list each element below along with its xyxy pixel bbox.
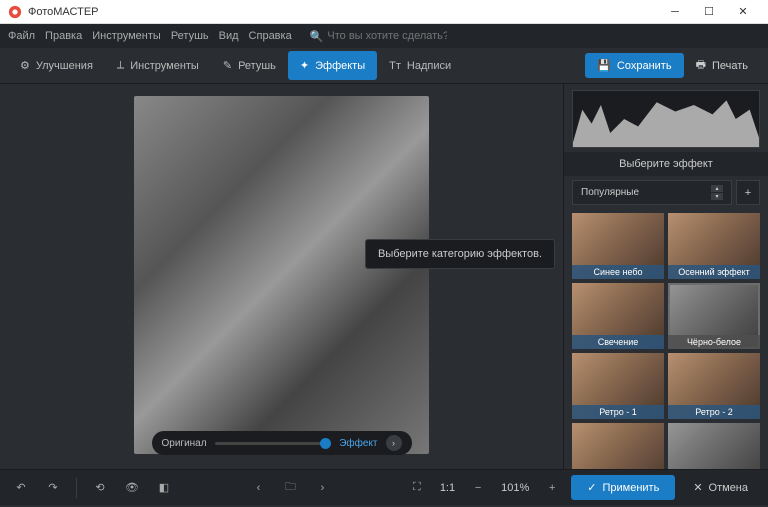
slider-effect-label: Эффект [339, 438, 377, 449]
tab-enhance[interactable]: ⚙ Улучшения [8, 51, 105, 80]
check-icon: ✓ [587, 481, 596, 494]
effect-item-7[interactable] [668, 423, 760, 469]
menu-view[interactable]: Вид [219, 30, 239, 42]
effect-label: Синее небо [572, 265, 664, 279]
category-select[interactable]: Популярные ▴▾ [572, 180, 732, 205]
tooltip: Выберите категорию эффектов. [365, 239, 555, 269]
tab-text-label: Надписи [407, 60, 451, 72]
bottombar: ↶ ↷ ⟲ 👁 ◧ ‹ 🗀 › ⛶ 1:1 − 101% + ✓ Примени… [0, 469, 768, 505]
fit-screen-button[interactable]: ⛶ [404, 475, 430, 501]
menu-help[interactable]: Справка [249, 30, 292, 42]
tab-effects[interactable]: ✦ Эффекты [288, 51, 377, 80]
history-button[interactable]: ⟲ [87, 475, 113, 501]
close-icon: ✕ [693, 481, 702, 494]
app-title: ФотоМАСТЕР [28, 6, 658, 18]
menu-edit[interactable]: Правка [45, 30, 82, 42]
panel-title: Выберите эффект [564, 152, 768, 176]
preview-toggle-button[interactable]: 👁 [119, 475, 145, 501]
effect-label: Ретро - 2 [668, 405, 760, 419]
search-input[interactable] [327, 30, 447, 42]
main-area: Выберите категорию эффектов. Оригинал Эф… [0, 84, 768, 469]
minimize-button[interactable]: ─ [658, 1, 692, 23]
spinner-icon: ▴▾ [711, 185, 723, 200]
folder-button[interactable]: 🗀 [277, 475, 303, 501]
preview-image [134, 96, 429, 454]
compare-button[interactable]: ◧ [151, 475, 177, 501]
compare-slider[interactable]: Оригинал Эффект › [152, 431, 412, 455]
effect-item-2[interactable]: Свечение [572, 283, 664, 349]
category-label: Популярные [581, 187, 639, 198]
zoom-in-button[interactable]: + [539, 475, 565, 501]
next-image-button[interactable]: › [309, 475, 335, 501]
cancel-button[interactable]: ✕ Отмена [681, 475, 760, 500]
effect-label: Ретро - 1 [572, 405, 664, 419]
crop-icon: ⟂ [117, 59, 124, 72]
zoom-out-button[interactable]: − [465, 475, 491, 501]
canvas-area: Выберите категорию эффектов. Оригинал Эф… [0, 84, 563, 469]
slider-track[interactable] [215, 442, 332, 445]
tab-tools-label: Инструменты [130, 60, 199, 72]
brush-icon: ✎ [223, 59, 232, 72]
effect-item-0[interactable]: Синее небо [572, 213, 664, 279]
tab-retouch[interactable]: ✎ Ретушь [211, 51, 288, 80]
effect-item-4[interactable]: Ретро - 1 [572, 353, 664, 419]
print-icon: 🖶 [696, 56, 706, 75]
add-category-button[interactable]: + [736, 180, 760, 205]
save-label: Сохранить [617, 60, 672, 72]
effects-grid: Синее небо Осенний эффект Свечение Чёрно-бе… [564, 209, 768, 469]
titlebar: ФотоМАСТЕР ─ ☐ ✕ [0, 0, 768, 24]
wand-icon: ✦ [300, 59, 309, 72]
apply-button[interactable]: ✓ Применить [571, 475, 675, 500]
tab-retouch-label: Ретушь [238, 60, 276, 72]
histogram [572, 90, 760, 148]
effect-label: Осенний эффект [668, 265, 760, 279]
tab-effects-label: Эффекты [315, 60, 365, 72]
menu-tools[interactable]: Инструменты [92, 30, 161, 42]
text-icon: Tᴛ [389, 60, 401, 72]
prev-image-button[interactable]: ‹ [245, 475, 271, 501]
fit-11-button[interactable]: 1:1 [436, 482, 459, 494]
effect-item-5[interactable]: Ретро - 2 [668, 353, 760, 419]
cancel-label: Отмена [709, 482, 748, 494]
menubar: Файл Правка Инструменты Ретушь Вид Справ… [0, 24, 768, 48]
slider-original-label: Оригинал [162, 438, 207, 449]
redo-button[interactable]: ↷ [40, 475, 66, 501]
effect-label: Чёрно-белое [668, 335, 760, 349]
slider-next-button[interactable]: › [386, 435, 402, 451]
maximize-button[interactable]: ☐ [692, 1, 726, 23]
effect-label: Свечение [572, 335, 664, 349]
sidebar: Выберите эффект Популярные ▴▾ + Синее не… [563, 84, 768, 469]
zoom-value: 101% [497, 482, 533, 494]
close-button[interactable]: ✕ [726, 1, 760, 23]
app-icon [8, 5, 22, 19]
apply-label: Применить [602, 482, 659, 494]
effect-item-3[interactable]: Чёрно-белое [668, 283, 760, 349]
effect-item-1[interactable]: Осенний эффект [668, 213, 760, 279]
tab-text[interactable]: Tᴛ Надписи [377, 52, 463, 80]
sliders-icon: ⚙ [20, 59, 30, 72]
effect-item-6[interactable] [572, 423, 664, 469]
tabbar: ⚙ Улучшения ⟂ Инструменты ✎ Ретушь ✦ Эфф… [0, 48, 768, 84]
print-label: Печать [712, 60, 748, 72]
menu-file[interactable]: Файл [8, 30, 35, 42]
undo-button[interactable]: ↶ [8, 475, 34, 501]
tab-enhance-label: Улучшения [36, 60, 93, 72]
tab-tools[interactable]: ⟂ Инструменты [105, 51, 211, 80]
search-icon: 🔍 [310, 30, 324, 43]
slider-thumb[interactable] [320, 438, 331, 449]
menu-retouch[interactable]: Ретушь [171, 30, 209, 42]
save-icon: 💾 [597, 59, 611, 72]
save-button[interactable]: 💾 Сохранить [585, 53, 683, 78]
print-button[interactable]: 🖶 Печать [684, 50, 760, 81]
